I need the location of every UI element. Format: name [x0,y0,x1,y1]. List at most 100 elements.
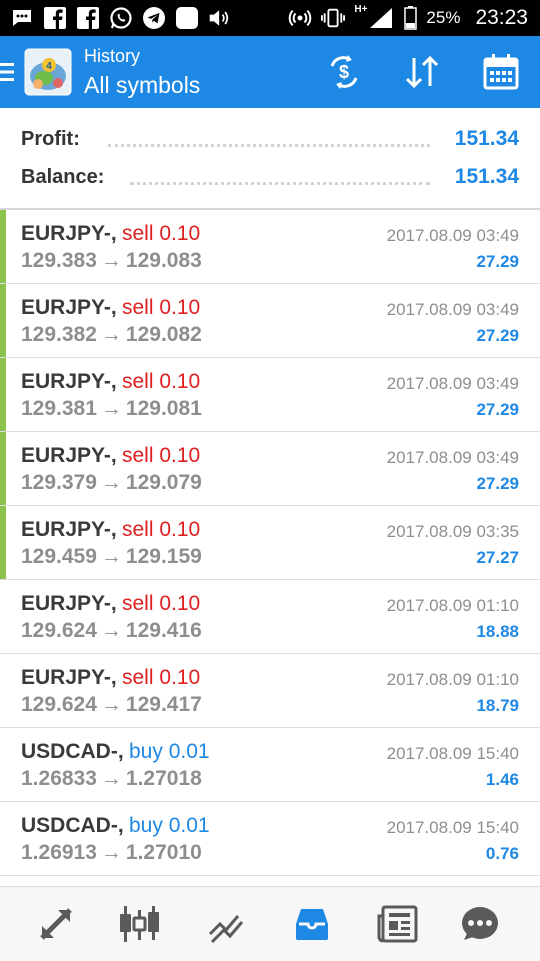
deal-profit: 27.29 [476,252,519,271]
balance-row: Balance: 151.34 [0,158,540,196]
currency-exchange-icon[interactable]: $ [324,52,364,92]
price-arrow-icon: → [100,841,122,864]
deal-row[interactable]: EURJPY-, sell 0.10 129.383 → 129.083 2017.… [0,210,540,284]
status-bar: H+ 25% 23:23 [0,0,540,36]
deal-prices: 129.624 → 129.417 [21,693,202,717]
hotspot-icon [288,6,312,30]
deal-time: 2017.08.09 03:49 [386,448,519,467]
deal-profit: 27.29 [476,474,519,493]
deal-profit: 1.46 [485,770,519,789]
deal-row[interactable]: EURJPY-, sell 0.10 129.624 → 129.416 2017.… [0,580,540,654]
deal-row[interactable]: EURJPY-, sell 0.10 129.382 → 129.082 2017.… [0,284,540,358]
deal-open-price: 129.624 [21,619,97,642]
price-arrow-icon: → [100,767,122,790]
deal-side: sell 0.10 [122,296,201,319]
sort-icon[interactable] [402,52,442,92]
deal-row[interactable]: EURJPY-, sell 0.10 129.379 → 129.079 2017.… [0,432,540,506]
deal-prices: 129.381 → 129.081 [21,397,202,421]
balance-value: 151.34 [454,165,519,188]
deal-side: sell 0.10 [122,370,201,393]
deal-profit: 27.29 [476,400,519,419]
deal-side: sell 0.10 [122,518,201,541]
deal-close-price: 129.416 [125,619,202,642]
deal-prices: 129.379 → 129.079 [21,471,202,495]
deal-side: sell 0.10 [122,222,201,245]
deal-open-price: 1.26833 [21,767,97,790]
profit-label: Profit: [21,128,80,150]
price-arrow-icon: → [100,249,122,272]
deal-close-price: 129.081 [125,397,202,420]
deal-time: 2017.08.09 01:10 [386,670,519,689]
price-arrow-icon: → [100,323,122,346]
facebook-icon [43,6,67,30]
deal-prices: 129.383 → 129.083 [21,249,202,273]
deal-symbol: EURJPY-, [21,222,117,245]
app-bar: 4 History All symbols $ [0,36,540,108]
deal-prices: 129.624 → 129.416 [21,619,202,643]
deal-open-price: 129.379 [21,471,97,494]
deal-open-price: 1.26913 [21,841,97,864]
chat-icon[interactable] [458,902,502,946]
battery-icon [403,6,417,30]
speaker-icon [208,6,232,30]
deal-symbol: EURJPY-, [21,518,117,541]
deal-close-price: 129.417 [125,693,202,716]
deal-close-price: 129.159 [125,545,202,568]
deal-profit: 27.27 [476,548,519,567]
deal-time: 2017.08.09 15:40 [386,818,519,837]
screen-title[interactable]: All symbols [84,72,200,99]
deal-row[interactable]: USDCAD-, buy 0.01 1.26833 → 1.27018 2017.0… [0,728,540,802]
deal-close-price: 1.27018 [125,767,202,790]
deal-symbol: EURJPY-, [21,592,117,615]
deal-close-price: 1.27010 [125,841,202,864]
price-arrow-icon: → [100,693,122,716]
telegram-icon [142,6,166,30]
vibrate-icon [321,6,346,30]
deal-profit: 18.79 [476,696,519,715]
deal-time: 2017.08.09 03:49 [386,226,519,245]
profit-row: Profit: 151.34 [0,120,540,158]
news-icon[interactable] [376,902,420,946]
price-arrow-icon: → [100,471,122,494]
quotes-icon[interactable] [34,902,78,946]
price-arrow-icon: → [100,397,122,420]
deal-symbol: EURJPY-, [21,444,117,467]
deal-prices: 129.382 → 129.082 [21,323,202,347]
screen-subtitle: History [84,46,141,66]
deal-row[interactable]: EURJPY-, sell 0.10 129.624 → 129.417 2017.… [0,654,540,728]
deal-side: sell 0.10 [122,444,201,467]
deal-row[interactable]: EURJPY-, sell 0.10 129.459 → 129.159 2017.… [0,506,540,580]
deal-open-price: 129.459 [21,545,97,568]
profit-value: 151.34 [454,127,519,150]
deal-prices: 1.26833 → 1.27018 [21,767,202,791]
deal-row[interactable]: EURJPY-, sell 0.10 129.381 → 129.081 2017.… [0,358,540,432]
dotted-leader [108,144,430,147]
app-logo[interactable]: 4 [24,48,72,96]
history-summary: Profit: 151.34 Balance: 151.34 [0,108,540,208]
deal-open-price: 129.624 [21,693,97,716]
deal-symbol: EURJPY-, [21,370,117,393]
menu-icon[interactable] [0,60,16,84]
deal-highlight-marker [0,506,6,579]
deal-time: 2017.08.09 15:40 [386,744,519,763]
deal-list[interactable]: EURJPY-, sell 0.10 129.383 → 129.083 2017.… [0,210,540,876]
deal-time: 2017.08.09 03:49 [386,300,519,319]
deal-side: buy 0.01 [129,740,210,763]
deal-highlight-marker [0,432,6,505]
svg-text:$: $ [339,62,349,82]
deal-row[interactable]: USDCAD-, buy 0.01 1.26913 → 1.27010 2017.0… [0,802,540,876]
app-icon [175,6,199,30]
deal-highlight-marker [0,210,6,283]
deal-close-price: 129.082 [125,323,202,346]
deal-open-price: 129.381 [21,397,97,420]
trade-icon[interactable] [204,902,248,946]
bottom-nav [0,886,540,961]
calendar-icon[interactable] [481,52,521,92]
deal-close-price: 129.079 [125,471,202,494]
deal-profit: 18.88 [476,622,519,641]
deal-side: sell 0.10 [122,592,201,615]
history-icon[interactable] [290,902,334,946]
charts-icon[interactable] [118,902,162,946]
deal-profit: 0.76 [485,844,519,863]
deal-prices: 129.459 → 129.159 [21,545,202,569]
